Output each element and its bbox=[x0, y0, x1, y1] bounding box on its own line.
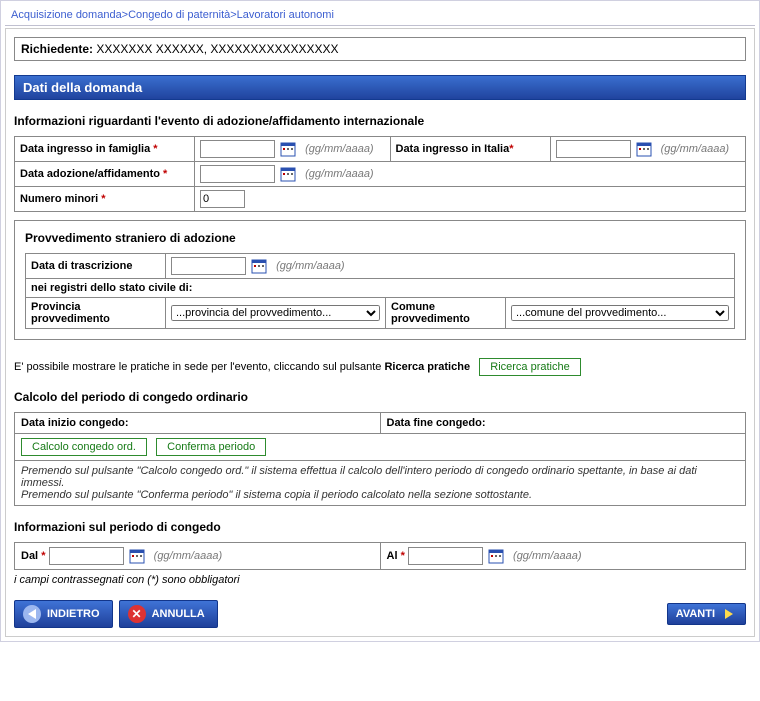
input-adozione[interactable] bbox=[200, 165, 275, 183]
richiedente-box: Richiedente: XXXXXXX XXXXXX, XXXXXXXXXXX… bbox=[14, 37, 746, 61]
input-ingresso-italia[interactable] bbox=[556, 140, 631, 158]
lbl-ingresso-famiglia: Data ingresso in famiglia bbox=[20, 143, 150, 155]
ricerca-text: E' possibile mostrare le pratiche in sed… bbox=[14, 361, 384, 373]
date-hint: (gg/mm/aaaa) bbox=[276, 260, 344, 272]
lbl-adozione: Data adozione/affidamento bbox=[20, 168, 160, 180]
calendar-icon[interactable] bbox=[251, 258, 267, 274]
select-comune[interactable]: ...comune del provvedimento... bbox=[511, 305, 729, 321]
ricerca-pratiche-line: E' possibile mostrare le pratiche in sed… bbox=[14, 358, 746, 376]
avanti-button[interactable]: AVANTI bbox=[667, 603, 746, 625]
evento-heading: Informazioni riguardanti l'evento di ado… bbox=[14, 114, 746, 128]
annulla-label: ANNULLA bbox=[152, 608, 205, 620]
calendar-icon[interactable] bbox=[488, 548, 504, 564]
required-mark: * bbox=[41, 550, 45, 562]
lbl-trascrizione: Data di trascrizione bbox=[26, 254, 166, 279]
lbl-numero-minori: Numero minori bbox=[20, 193, 98, 205]
calcolo-congedo-button[interactable]: Calcolo congedo ord. bbox=[21, 438, 147, 456]
input-ingresso-famiglia[interactable] bbox=[200, 140, 275, 158]
conferma-periodo-button[interactable]: Conferma periodo bbox=[156, 438, 266, 456]
lbl-provincia: Provincia provvedimento bbox=[26, 298, 166, 329]
lbl-inizio-congedo: Data inizio congedo: bbox=[15, 413, 381, 434]
input-trascrizione[interactable] bbox=[171, 257, 246, 275]
cancel-icon: ✕ bbox=[128, 605, 146, 623]
select-provincia[interactable]: ...provincia del provvedimento... bbox=[171, 305, 380, 321]
required-mark: * bbox=[101, 193, 105, 205]
arrow-left-icon bbox=[23, 605, 41, 623]
date-hint: (gg/mm/aaaa) bbox=[661, 143, 729, 155]
required-mark: * bbox=[163, 168, 167, 180]
date-hint: (gg/mm/aaaa) bbox=[305, 143, 373, 155]
lbl-ingresso-italia: Data ingresso in Italia bbox=[396, 143, 510, 155]
indietro-label: INDIETRO bbox=[47, 608, 100, 620]
input-dal[interactable] bbox=[49, 547, 124, 565]
calcolo-note-1: Premendo sul pulsante "Calcolo congedo o… bbox=[21, 465, 739, 489]
calendar-icon[interactable] bbox=[280, 141, 296, 157]
indietro-button[interactable]: INDIETRO bbox=[14, 600, 113, 628]
avanti-label: AVANTI bbox=[676, 608, 715, 620]
calcolo-heading: Calcolo del periodo di congedo ordinario bbox=[14, 390, 746, 404]
breadcrumb: Acquisizione domanda>Congedo di paternit… bbox=[5, 5, 755, 26]
calendar-icon[interactable] bbox=[636, 141, 652, 157]
provvedimento-box: Provvedimento straniero di adozione Data… bbox=[14, 220, 746, 340]
lbl-fine-congedo: Data fine congedo: bbox=[380, 413, 746, 434]
lbl-dal: Dal bbox=[21, 550, 38, 562]
periodo-heading: Informazioni sul periodo di congedo bbox=[14, 520, 746, 534]
required-mark: * bbox=[401, 550, 405, 562]
date-hint: (gg/mm/aaaa) bbox=[513, 550, 581, 562]
arrow-right-icon bbox=[725, 609, 733, 619]
ricerca-text-bold: Ricerca pratiche bbox=[384, 361, 470, 373]
provv-heading: Provvedimento straniero di adozione bbox=[25, 231, 735, 245]
lbl-comune: Comune provvedimento bbox=[386, 298, 506, 329]
section-title: Dati della domanda bbox=[14, 75, 746, 100]
richiedente-value: XXXXXXX XXXXXX, XXXXXXXXXXXXXXXX bbox=[96, 42, 338, 56]
required-mark: * bbox=[153, 143, 157, 155]
evento-table: Data ingresso in famiglia * (gg/mm/aaaa)… bbox=[14, 136, 746, 212]
richiedente-label: Richiedente: bbox=[21, 42, 93, 56]
calcolo-note-2: Premendo sul pulsante "Conferma periodo"… bbox=[21, 489, 739, 501]
ricerca-pratiche-button[interactable]: Ricerca pratiche bbox=[479, 358, 580, 376]
calendar-icon[interactable] bbox=[280, 166, 296, 182]
lbl-registri: nei registri dello stato civile di: bbox=[26, 279, 735, 298]
annulla-button[interactable]: ✕ ANNULLA bbox=[119, 600, 218, 628]
date-hint: (gg/mm/aaaa) bbox=[154, 550, 222, 562]
calendar-icon[interactable] bbox=[129, 548, 145, 564]
input-numero-minori[interactable] bbox=[200, 190, 245, 208]
obblig-note: i campi contrassegnati con (*) sono obbl… bbox=[14, 574, 240, 586]
date-hint: (gg/mm/aaaa) bbox=[305, 168, 373, 180]
required-mark: * bbox=[509, 143, 513, 155]
lbl-al: Al bbox=[387, 550, 398, 562]
input-al[interactable] bbox=[408, 547, 483, 565]
